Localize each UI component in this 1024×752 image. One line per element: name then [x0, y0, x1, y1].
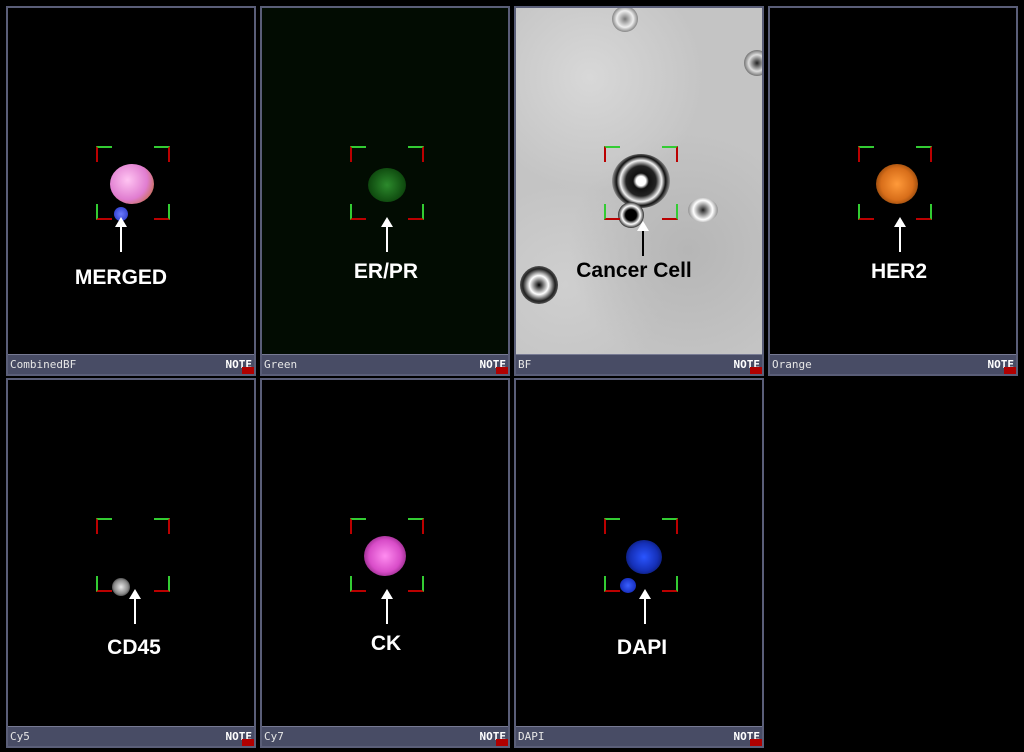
arrow-icon: [637, 221, 649, 256]
image-area[interactable]: HER2: [770, 8, 1016, 354]
panel-footer: Green NOTE: [262, 354, 508, 374]
panel-cy5[interactable]: CD45 Cy5 NOTE: [6, 378, 256, 748]
channel-label: Cy5: [10, 730, 30, 743]
bf-debris-image: [520, 266, 558, 304]
marker-label: ER/PR: [353, 260, 419, 283]
panel-footer: BF NOTE: [516, 354, 762, 374]
arrow-icon: [129, 589, 141, 624]
marker-label: Cancer Cell: [576, 259, 692, 282]
arrow-icon: [639, 589, 651, 624]
panel-dapi[interactable]: DAPI DAPI NOTE: [514, 378, 764, 748]
panel-footer: Cy5 NOTE: [8, 726, 254, 746]
marker-label: CD45: [107, 636, 161, 659]
channel-label: BF: [518, 358, 532, 371]
panel-footer: Cy7 NOTE: [262, 726, 508, 746]
marker-label: DAPI: [616, 636, 668, 659]
panel-bf[interactable]: Cancer Cell BF NOTE: [514, 6, 764, 376]
arrow-icon: [894, 217, 906, 252]
note-flag-icon: [496, 739, 508, 746]
arrow-icon: [381, 589, 393, 624]
panel-combinedbf[interactable]: MERGED CombinedBF NOTE: [6, 6, 256, 376]
note-flag-icon: [242, 367, 254, 374]
panel-footer: Orange NOTE: [770, 354, 1016, 374]
cell-reticle: [858, 146, 932, 220]
image-area[interactable]: MERGED: [8, 8, 254, 354]
note-flag-icon: [242, 739, 254, 746]
marker-label: CK: [370, 632, 402, 655]
panel-cy7[interactable]: CK Cy7 NOTE: [260, 378, 510, 748]
cell-reticle: [350, 146, 424, 220]
panel-green[interactable]: ER/PR Green NOTE: [260, 6, 510, 376]
panel-footer: DAPI NOTE: [516, 726, 762, 746]
panel-orange[interactable]: HER2 Orange NOTE: [768, 6, 1018, 376]
panel-footer: CombinedBF NOTE: [8, 354, 254, 374]
cell-reticle: [96, 518, 170, 592]
note-flag-icon: [1004, 367, 1016, 374]
channel-label: CombinedBF: [10, 358, 77, 371]
cell-reticle: [96, 146, 170, 220]
channel-label: DAPI: [518, 730, 545, 743]
channel-label: Cy7: [264, 730, 284, 743]
channel-label: Green: [264, 358, 298, 371]
channel-label: Orange: [772, 358, 812, 371]
arrow-icon: [115, 217, 127, 252]
image-area[interactable]: ER/PR: [262, 8, 508, 354]
cell-reticle: [350, 518, 424, 592]
image-area[interactable]: DAPI: [516, 380, 762, 726]
note-flag-icon: [750, 367, 762, 374]
bf-debris-image: [688, 198, 718, 222]
cell-reticle: [604, 518, 678, 592]
image-area[interactable]: CD45: [8, 380, 254, 726]
image-area[interactable]: CK: [262, 380, 508, 726]
marker-label: HER2: [870, 260, 928, 283]
arrow-icon: [381, 217, 393, 252]
image-area[interactable]: Cancer Cell: [516, 8, 762, 354]
note-flag-icon: [496, 367, 508, 374]
marker-label: MERGED: [74, 266, 168, 289]
cell-reticle: [604, 146, 678, 220]
note-flag-icon: [750, 739, 762, 746]
